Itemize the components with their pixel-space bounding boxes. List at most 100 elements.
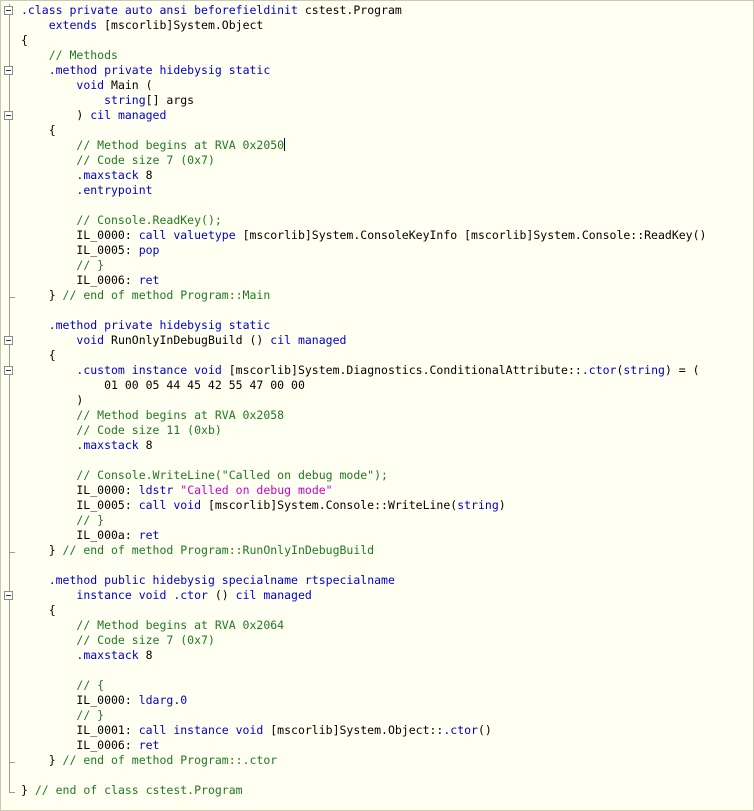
code-line: } // end of method Program::RunOnlyInDeb… [21, 543, 753, 558]
code-line: // } [21, 258, 753, 273]
code-token: IL_0006: [21, 273, 139, 287]
code-line: // } [21, 513, 753, 528]
code-token: [] args [145, 93, 195, 107]
code-token: { [21, 603, 56, 617]
code-line: // Console.ReadKey(); [21, 213, 753, 228]
collapse-class-icon[interactable] [4, 6, 13, 15]
code-keyword: call void [138, 498, 202, 512]
code-line: { [21, 33, 753, 48]
code-line: // Code size 7 (0x7) [21, 633, 753, 648]
code-line: } // end of method Program::.ctor [21, 753, 753, 768]
code-token: [mscorlib]System.Object:: [263, 723, 444, 737]
code-line: { [21, 123, 753, 138]
code-keyword: string [457, 498, 499, 512]
code-token: 01 00 05 44 45 42 55 47 00 00 [21, 378, 305, 392]
code-line: void RunOnlyInDebugBuild () cil managed [21, 333, 753, 348]
code-token: [mscorlib]System.Console::WriteLine( [201, 498, 458, 512]
code-keyword: extends [48, 18, 98, 32]
collapse-custom-attribute-icon[interactable] [4, 366, 13, 375]
code-text-area[interactable]: .class private auto ansi beforefieldinit… [21, 3, 753, 798]
code-line: .custom instance void [mscorlib]System.D… [21, 363, 753, 378]
code-token: } [21, 288, 63, 302]
code-line: .maxstack 8 [21, 648, 753, 663]
code-line: .maxstack 8 [21, 168, 753, 183]
collapse-method-main-body-icon[interactable] [4, 111, 13, 120]
code-keyword: .maxstack [76, 168, 139, 182]
code-token: [mscorlib]System.ConsoleKeyInfo [mscorli… [235, 228, 707, 242]
code-line: string[] args [21, 93, 753, 108]
code-comment: // Code size 7 (0x7) [76, 633, 215, 647]
code-line: void Main ( [21, 78, 753, 93]
code-token: { [21, 348, 56, 362]
code-token: [mscorlib]System.Object [97, 18, 264, 32]
collapse-method-ctor-icon[interactable] [4, 591, 13, 600]
code-line: instance void .ctor () cil managed [21, 588, 753, 603]
collapse-method-main-signature-icon[interactable] [4, 66, 13, 75]
fold-end-marker [9, 552, 15, 553]
code-token: } [21, 543, 63, 557]
code-line: // Method begins at RVA 0x2064 [21, 618, 753, 633]
code-line: // Code size 7 (0x7) [21, 153, 753, 168]
code-line: // Method begins at RVA 0x2050 [21, 138, 753, 153]
code-line: // Code size 11 (0xb) [21, 423, 753, 438]
code-token: [mscorlib]System.Diagnostics.Conditional… [221, 363, 582, 377]
code-editor[interactable]: .class private auto ansi beforefieldinit… [0, 0, 754, 811]
code-token: ) [498, 498, 506, 512]
code-line: // } [21, 708, 753, 723]
code-keyword: string [104, 93, 146, 107]
fold-end-marker [9, 297, 15, 298]
code-token: cstest.Program [297, 3, 402, 17]
code-token: IL_0000: [21, 228, 139, 242]
code-keyword: .class private auto ansi beforefieldinit [21, 3, 298, 17]
code-token: IL_0005: [21, 498, 139, 512]
code-line: IL_0005: call void [mscorlib]System.Cons… [21, 498, 753, 513]
code-line: .method public hidebysig specialname rts… [21, 573, 753, 588]
code-comment: // Code size 11 (0xb) [76, 423, 222, 437]
collapse-method-runonly-icon[interactable] [4, 336, 13, 345]
code-comment: // Code size 7 (0x7) [76, 153, 215, 167]
code-line: IL_0000: ldstr "Called on debug mode" [21, 483, 753, 498]
code-token: 8 [138, 648, 153, 662]
code-keyword: .entrypoint [76, 183, 153, 197]
code-comment: // end of method Program::RunOnlyInDebug… [62, 543, 375, 557]
code-keyword: call instance void [138, 723, 264, 737]
code-token: IL_0006: [21, 738, 139, 752]
code-keyword: .method private hidebysig static [48, 318, 271, 332]
code-comment: // Method begins at RVA 0x2064 [76, 618, 285, 632]
fold-end-marker [9, 762, 15, 763]
code-comment: // Console.WriteLine("Called on debug mo… [76, 468, 388, 482]
code-comment: // { [76, 678, 105, 692]
code-keyword: cil managed [235, 588, 312, 602]
code-keyword: call valuetype [138, 228, 236, 242]
code-line: ) cil managed [21, 108, 753, 123]
code-token: RunOnlyInDebugBuild () [104, 333, 271, 347]
code-comment: // end of method Program::.ctor [62, 753, 278, 767]
code-line: IL_0000: call valuetype [mscorlib]System… [21, 228, 753, 243]
code-line: 01 00 05 44 45 42 55 47 00 00 [21, 378, 753, 393]
code-line: IL_000a: ret [21, 528, 753, 543]
code-line: { [21, 603, 753, 618]
code-comment: // } [76, 513, 105, 527]
code-line: .maxstack 8 [21, 438, 753, 453]
code-line: IL_0006: ret [21, 273, 753, 288]
code-keyword: ldarg.0 [138, 693, 188, 707]
